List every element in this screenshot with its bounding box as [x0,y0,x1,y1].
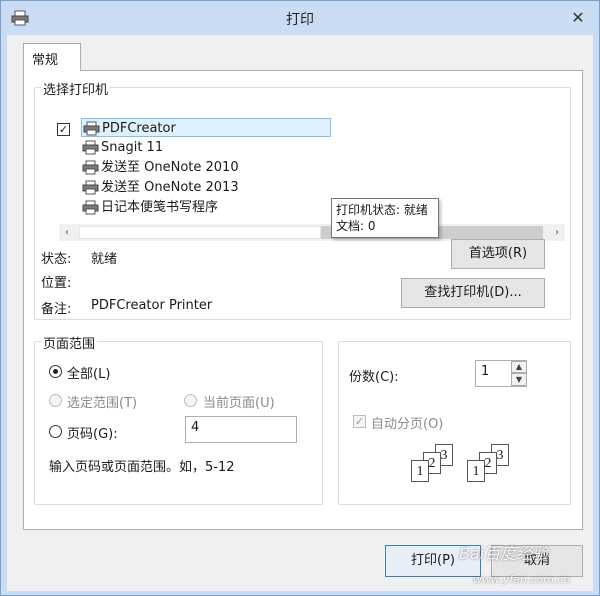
printer-item-onenote-2013[interactable]: 发送至 OneNote 2013 [81,178,239,197]
preferences-button[interactable]: 首选项(R) [451,239,545,269]
scroll-left-icon[interactable]: ‹ [59,224,75,241]
page-range-hint: 输入页码或页面范围。如，5-12 [49,460,235,475]
printer-icon [82,180,99,195]
printer-item-onenote-2010[interactable]: 发送至 OneNote 2010 [81,158,239,177]
tooltip-docs: 文档: 0 [336,219,376,233]
default-printer-checkbox[interactable]: ✓ [57,123,70,136]
printer-status-tooltip: 打印机状态: 就绪 文档: 0 [331,198,439,238]
radio-current-page-label: 当前页面(U) [203,396,275,411]
radio-pages-label[interactable]: 页码(G): [67,423,118,442]
scroll-right-icon[interactable]: › [549,224,565,241]
collate-page-1: 1 [467,460,485,482]
printer-name: Snagit 11 [101,140,164,155]
location-label: 位置: [41,276,72,291]
status-label: 状态: [41,252,72,267]
close-icon[interactable]: ✕ [567,8,589,28]
collate-page-1: 1 [411,460,429,482]
copies-label: 份数(C): [349,370,399,385]
url-watermark: www.yfan.com.cn [473,573,571,586]
page-range-group: 页面范围 全部(L) 选定范围(T) 当前页面(U) 页码(G): 4 输入页码… [34,333,323,505]
printer-item-journal-writer[interactable]: 日记本便笺书写程序 [81,198,218,217]
collate-checkbox: ✓ [353,415,366,428]
comment-value: PDFCreator Printer [91,298,213,313]
baidu-watermark: Bai百度经验 [459,544,549,563]
printer-icon [83,121,100,136]
printer-name: 发送至 OneNote 2010 [101,160,239,175]
spin-up-icon[interactable]: ▲ [511,361,527,373]
page-range-label: 页面范围 [41,333,98,352]
tooltip-status: 打印机状态: 就绪 [336,203,428,217]
radio-selection-label: 选定范围(T) [67,396,138,411]
printer-name: PDFCreator [102,121,176,136]
printer-icon [82,200,99,215]
collate-label: 自动分页(O) [371,417,444,432]
radio-current-page [184,394,197,407]
find-printer-button[interactable]: 查找打印机(D)... [401,278,545,308]
printer-list[interactable]: ✓ PDFCreator Snagit 11 发送至 OneNote 2010 … [45,102,565,241]
printer-icon [82,140,99,155]
dialog-client: 常规 选择打印机 ✓ PDFCreator Snagit 11 发送至 OneN… [7,35,593,591]
radio-all-label[interactable]: 全部(L) [67,363,110,382]
spin-down-icon[interactable]: ▼ [511,373,527,386]
select-printer-label: 选择打印机 [41,79,111,98]
title-bar[interactable]: 打印 ✕ [1,1,599,35]
tab-general[interactable]: 常规 [23,43,81,71]
window-title: 打印 [286,12,314,28]
printer-item-snagit[interactable]: Snagit 11 [81,138,163,157]
select-printer-group: 选择打印机 ✓ PDFCreator Snagit 11 发送至 OneNote… [34,79,571,320]
copies-group: 份数(C): 1 ▲ ▼ ✓ 自动分页(O) 3 2 1 3 2 1 [338,341,571,505]
radio-pages[interactable] [49,425,62,438]
printer-icon [82,160,99,175]
printer-item-pdfcreator[interactable]: PDFCreator [81,118,331,137]
status-value: 就绪 [91,252,118,267]
scroll-thumb[interactable] [79,226,321,239]
printer-name: 发送至 OneNote 2013 [101,180,239,195]
pages-input[interactable]: 4 [185,416,297,443]
printer-name: 日记本便笺书写程序 [101,200,219,215]
comment-label: 备注: [41,302,72,317]
radio-all[interactable] [49,365,62,378]
radio-selection [49,394,62,407]
tab-panel-general: 选择打印机 ✓ PDFCreator Snagit 11 发送至 OneNote… [23,70,583,530]
print-dialog: 打印 ✕ 常规 选择打印机 ✓ PDFCreator Snagit 11 发送至… [0,0,600,596]
